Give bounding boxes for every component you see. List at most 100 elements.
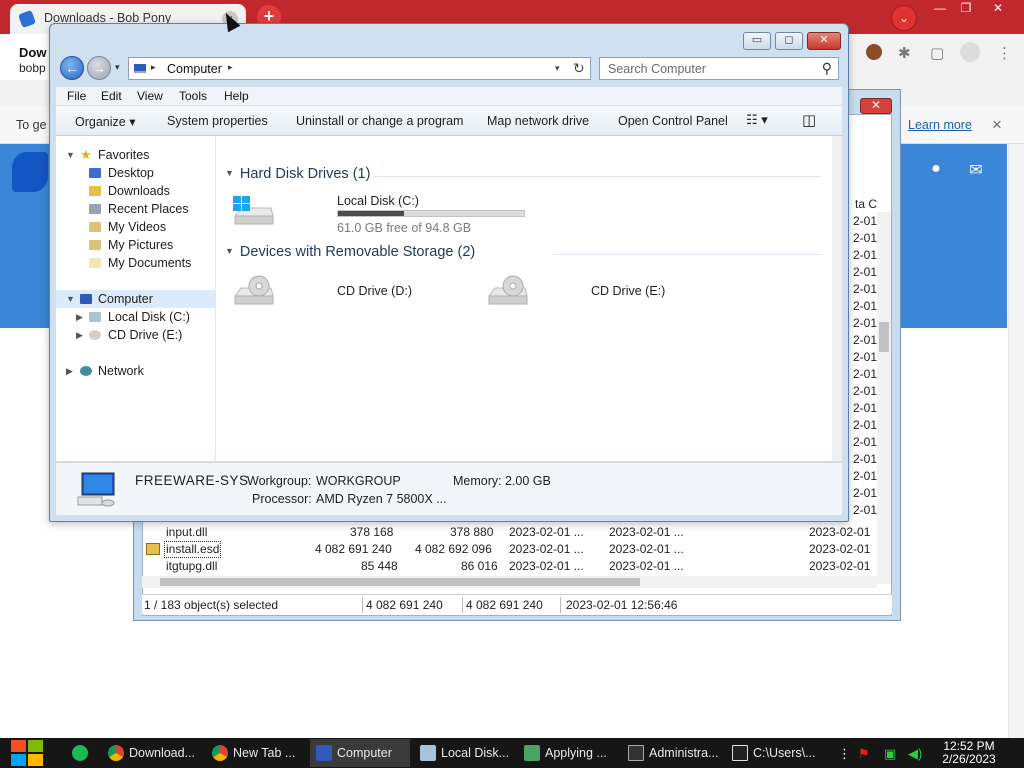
spotify-taskbar-icon[interactable] [66,739,96,767]
archive-icon [420,745,436,761]
group-header-removable-storage[interactable]: ▼ Devices with Removable Storage (2) [225,244,475,260]
taskbar-item-users[interactable]: C:\Users\... [726,739,826,767]
scroll-thumb[interactable] [879,322,889,352]
start-button[interactable] [10,739,44,767]
page-scrollbar[interactable] [1008,144,1024,740]
file-modified: 2023-02-01 ... [509,542,584,556]
archive-file-list: input.dll 378 168 378 880 2023-02-01 ...… [142,524,877,575]
expand-arrow-icon[interactable]: ▶ [66,362,73,380]
table-row[interactable]: itgtupg.dll 85 448 86 016 2023-02-01 ...… [142,558,877,575]
table-row[interactable]: input.dll 378 168 378 880 2023-02-01 ...… [142,524,877,541]
collapse-arrow-icon[interactable]: ▼ [225,246,234,256]
browser-minimize-button[interactable]: — [926,0,954,18]
nav-cd-drive-e[interactable]: ▶ CD Drive (E:) [56,326,216,344]
archive-close-button[interactable]: ✕ [860,98,892,114]
nav-my-pictures[interactable]: My Pictures [56,236,216,254]
archive-vertical-scrollbar[interactable] [877,212,891,584]
address-bar[interactable]: ▸ Computer ▸ ▾ ↻ [128,57,591,80]
breadcrumb-computer[interactable]: Computer [167,62,222,76]
system-clock[interactable]: 12:52 PM 2/26/2023 [936,740,1002,766]
back-button[interactable]: ← [60,56,84,80]
taskbar-item-new-tab[interactable]: New Tab ... [206,739,306,767]
organize-button[interactable]: Organize ▾ [75,114,135,129]
profile-avatar[interactable] [866,44,882,60]
expand-arrow-icon[interactable]: ▼ [66,146,75,164]
nav-my-videos[interactable]: My Videos [56,218,216,236]
expand-arrow-icon[interactable]: ▶ [76,326,83,344]
drive-c-name[interactable]: Local Disk (C:) [337,194,419,208]
nav-local-disk-c[interactable]: ▶ Local Disk (C:) [56,308,216,326]
nav-downloads[interactable]: Downloads [56,182,216,200]
taskbar-item-administrator[interactable]: Administra... [622,739,722,767]
table-row[interactable]: install.esd 4 082 691 240 4 082 692 096 … [142,541,877,558]
drive-e-name[interactable]: CD Drive (E:) [591,284,665,298]
menu-file[interactable]: File [67,89,86,103]
drive-d-name[interactable]: CD Drive (D:) [337,284,412,298]
close-button[interactable]: ✕ [807,32,841,50]
forward-button[interactable]: → [87,56,111,80]
tab-search-button[interactable]: ⌄ [891,5,917,31]
breadcrumb-chevron-icon[interactable]: ▸ [151,62,156,73]
nav-favorites[interactable]: ▼ ★ Favorites [56,146,216,164]
address-dropdown-icon[interactable]: ▾ [555,63,560,74]
github-icon[interactable]: ● [926,160,946,180]
mail-icon[interactable]: ✉ [966,160,986,180]
taskbar-item-computer[interactable]: Computer [310,739,410,767]
info-bar-close-icon[interactable]: × [992,115,1002,135]
content-scrollbar[interactable] [832,136,842,461]
menu-help[interactable]: Help [224,89,249,103]
search-icon[interactable]: ⚲ [822,60,832,77]
extensions-icon[interactable]: ✱ [898,44,911,62]
side-panel-icon[interactable]: ▢ [930,44,944,62]
menu-edit[interactable]: Edit [101,89,122,103]
group-title: Devices with Removable Storage (2) [239,244,476,260]
computer-icon [134,64,146,73]
expand-arrow-icon[interactable]: ▶ [76,308,83,326]
uninstall-program-button[interactable]: Uninstall or change a program [296,114,463,128]
archive-horizontal-scrollbar[interactable] [142,576,877,588]
open-control-panel-button[interactable]: Open Control Panel [618,114,728,128]
map-network-drive-button[interactable]: Map network drive [487,114,589,128]
download-title: Dow [19,45,47,60]
breadcrumb-chevron-icon[interactable]: ▸ [228,62,233,73]
nav-computer[interactable]: ▼ Computer [56,290,216,308]
learn-more-link[interactable]: Learn more [908,118,972,132]
expand-arrow-icon[interactable]: ▼ [66,290,75,308]
nav-network[interactable]: ▶ Network [56,362,216,380]
nav-label: Local Disk (C:) [108,310,190,324]
taskbar-item-local-disk[interactable]: Local Disk... [414,739,514,767]
recent-pages-dropdown[interactable]: ▾ [115,62,120,73]
refresh-icon[interactable]: ↻ [573,60,585,77]
nav-desktop[interactable]: Desktop [56,164,216,182]
volume-icon[interactable]: ◀) [908,746,922,762]
chrome-icon [108,745,124,761]
nav-my-documents[interactable]: My Documents [56,254,216,272]
network-tray-icon[interactable]: ▣ [884,746,896,762]
nav-recent-places[interactable]: Recent Places [56,200,216,218]
computer-icon [77,472,115,507]
browser-maximize-button[interactable]: ❐ [952,0,980,18]
system-properties-button[interactable]: System properties [167,114,268,128]
site-logo[interactable] [12,152,48,192]
menu-view[interactable]: View [137,89,163,103]
search-input[interactable]: Search Computer ⚲ [599,57,839,80]
collapse-arrow-icon[interactable]: ▼ [225,168,234,178]
network-icon [80,366,92,376]
flag-icon[interactable]: ⚑ [858,746,870,762]
scroll-thumb[interactable] [160,578,640,586]
account-icon[interactable] [960,42,980,62]
menu-tools[interactable]: Tools [179,89,207,103]
taskbar-item-downloads[interactable]: Download... [102,739,202,767]
browser-menu-icon[interactable]: ⋮ [997,44,1012,62]
status-selected: 1 / 183 object(s) selected [144,598,279,612]
taskbar-item-applying[interactable]: Applying ... [518,739,618,767]
group-header-hard-disk-drives[interactable]: ▼ Hard Disk Drives (1) [225,166,370,182]
nav-label: Network [98,364,144,378]
preview-pane-icon[interactable]: ◫ [802,111,816,129]
maximize-button[interactable]: ◻ [775,32,803,50]
show-more-icon[interactable]: ⋮ [838,746,851,762]
browser-close-button[interactable]: ✕ [984,0,1012,18]
minimize-button[interactable]: ▭ [743,32,771,50]
change-view-icon[interactable]: ☷ ▾ [746,112,768,128]
nav-label: Downloads [108,184,170,198]
